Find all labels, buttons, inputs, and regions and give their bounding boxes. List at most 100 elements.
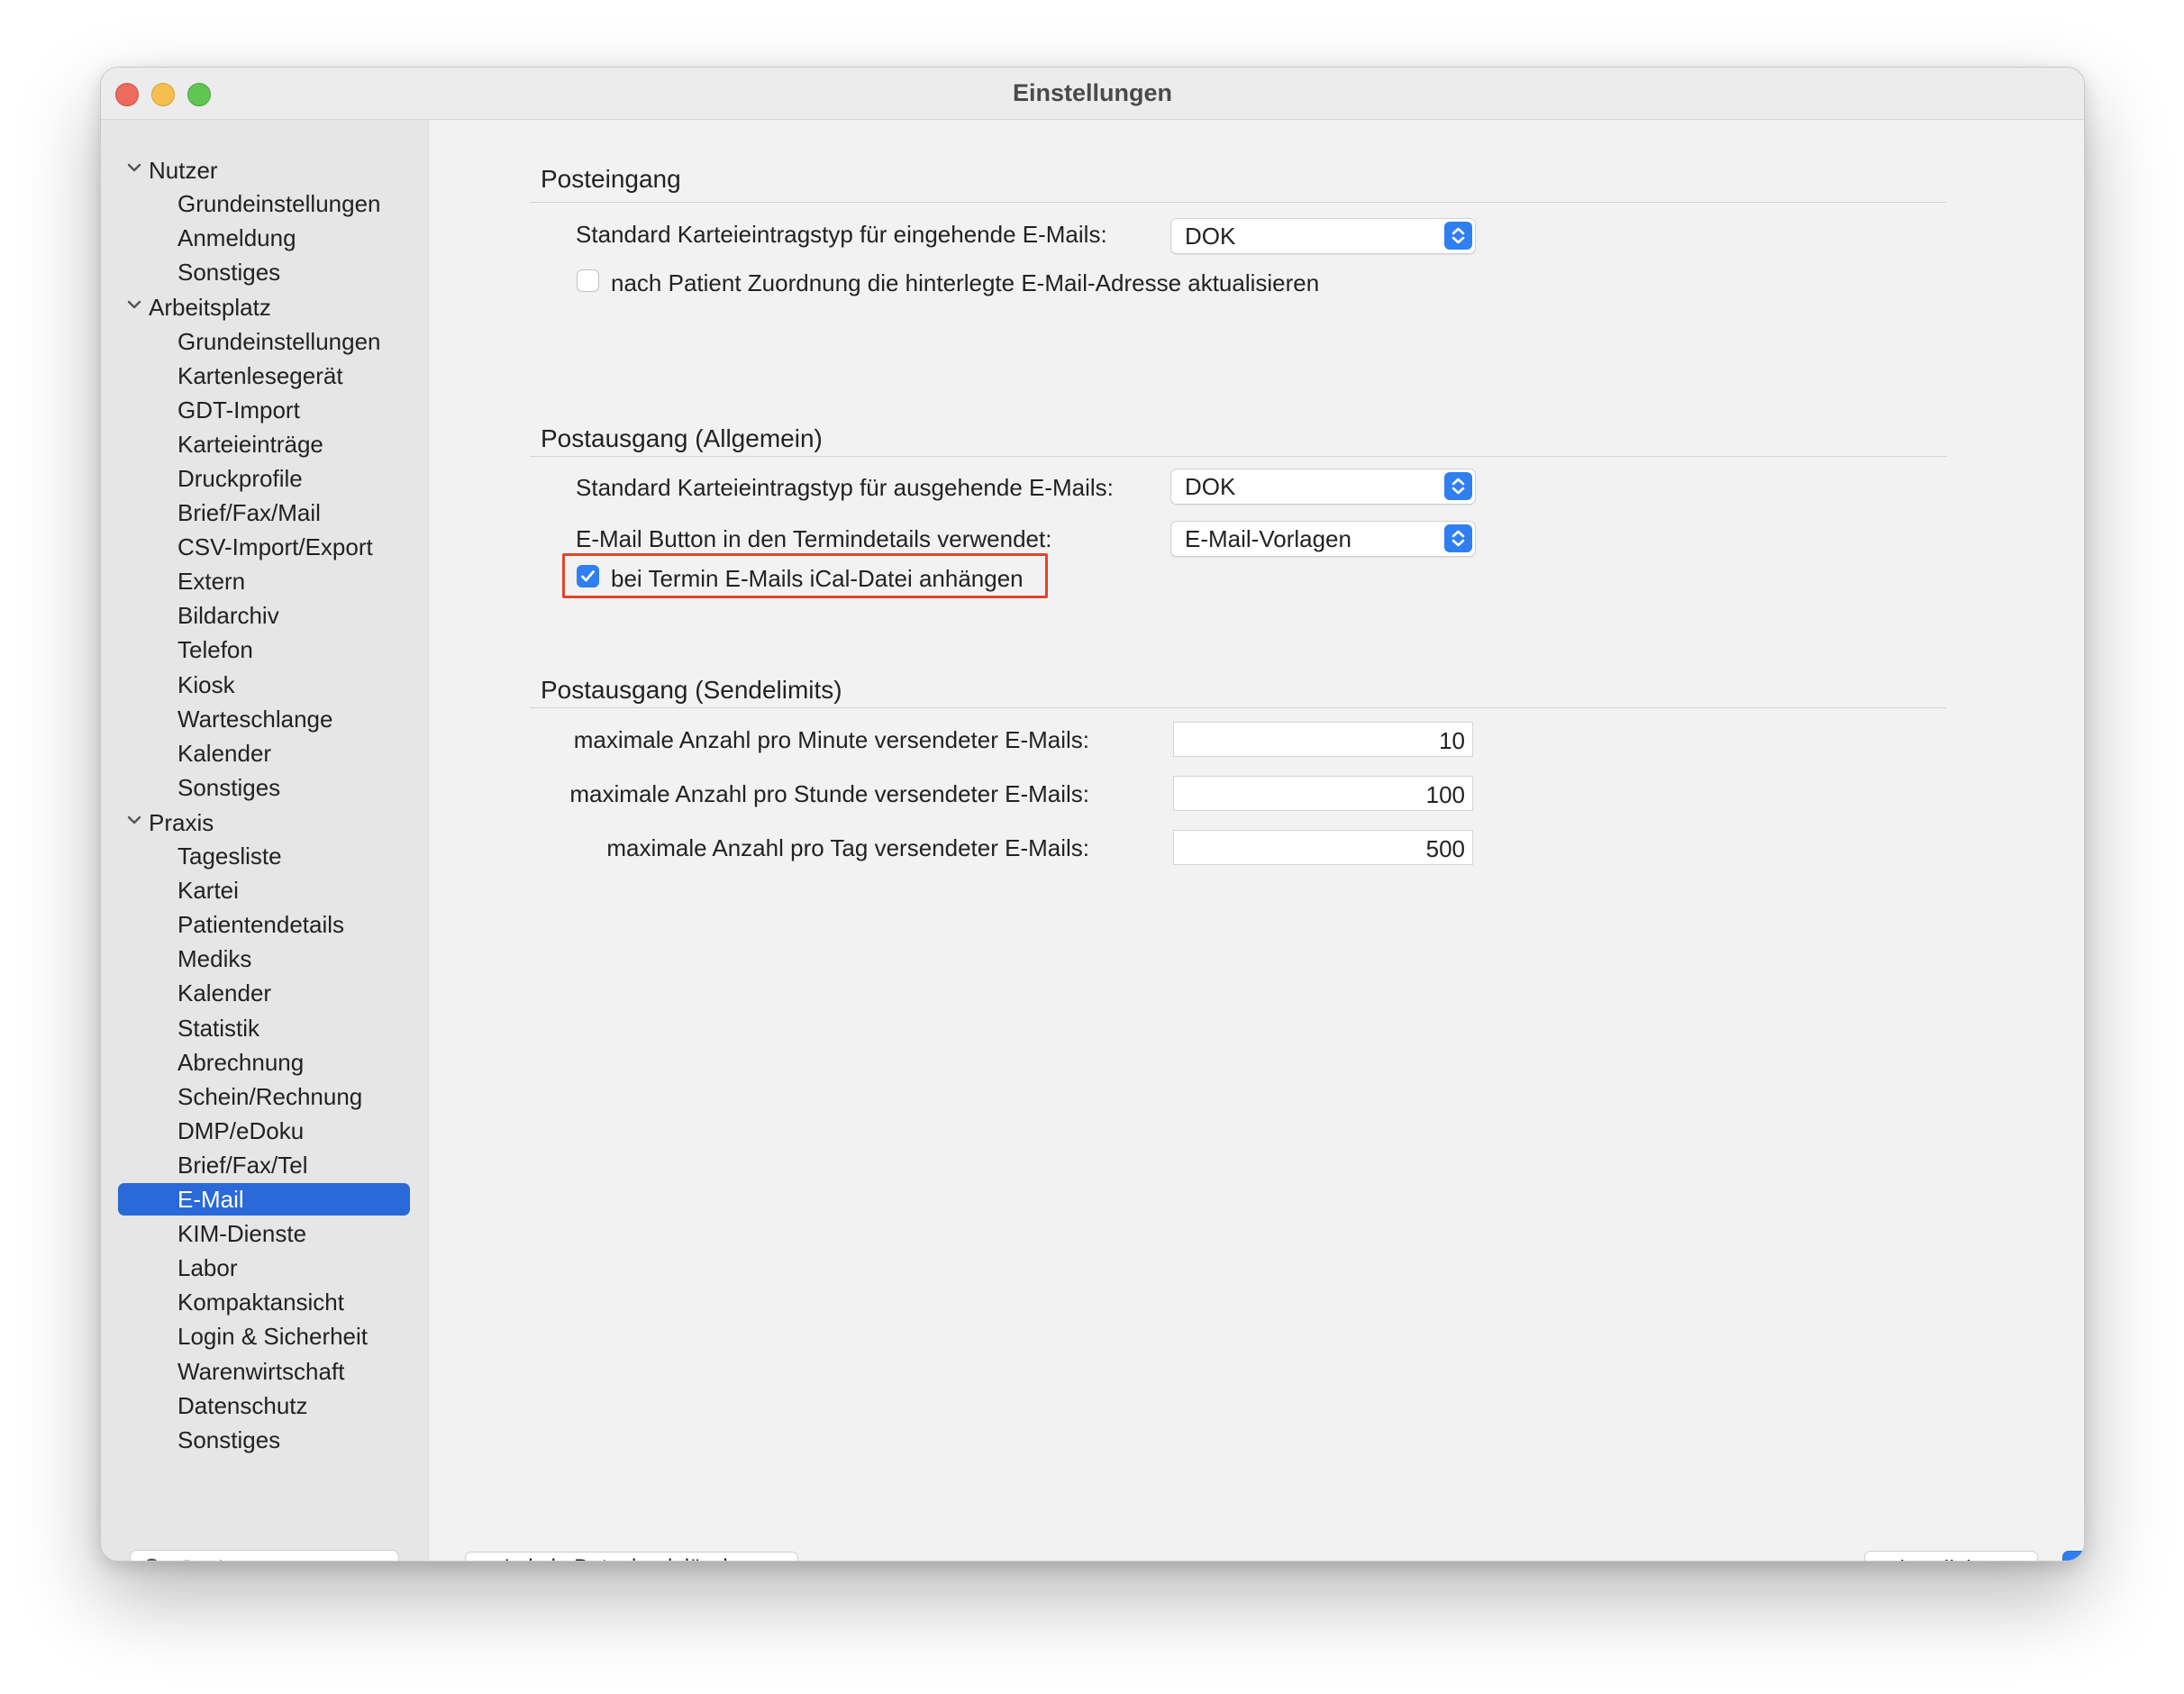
sidebar-item-label: Kartei: [177, 877, 239, 905]
sidebar-item-gdt-import[interactable]: GDT-Import: [118, 394, 410, 426]
sidebar-item-label: Sonstiges: [177, 773, 281, 801]
sidebar-item-schein-rechnung[interactable]: Schein/Rechnung: [118, 1080, 410, 1113]
sidebar-item-label: Sonstiges: [177, 259, 281, 287]
delete-local-db-button[interactable]: Lokale Datenbank löschen: [465, 1552, 798, 1561]
sidebar-item-grundeinstellungen[interactable]: Grundeinstellungen: [118, 187, 410, 220]
select-stepper-icon: [1444, 472, 1472, 500]
sidebar-item-sonstiges[interactable]: Sonstiges: [118, 256, 410, 288]
sidebar-item-label: Brief/Fax/Mail: [177, 499, 321, 526]
sidebar-item-label: Kiosk: [177, 670, 235, 698]
search-input[interactable]: [177, 1553, 388, 1561]
limit-minute-label: maximale Anzahl pro Minute versendeter E…: [573, 726, 1089, 753]
sidebar-item-sonstiges[interactable]: Sonstiges: [118, 1424, 410, 1456]
sidebar-item-label: Anmeldung: [177, 224, 296, 252]
sidebar-item-warenwirtschaft[interactable]: Warenwirtschaft: [118, 1355, 410, 1388]
outgoing-type-label: Standard Karteieintragstyp für ausgehend…: [576, 474, 1114, 501]
sidebar-item-csv-import-export[interactable]: CSV-Import/Export: [118, 531, 410, 563]
sidebar-item-kartei[interactable]: Kartei: [118, 874, 410, 906]
sidebar-item-extern[interactable]: Extern: [118, 565, 410, 597]
chevron-down-icon: [127, 815, 141, 824]
outgoing-type-select[interactable]: DOK: [1170, 469, 1476, 505]
sidebar-item-e-mail[interactable]: E-Mail: [118, 1183, 410, 1216]
sidebar-item-sonstiges[interactable]: Sonstiges: [118, 771, 410, 804]
incoming-type-value: DOK: [1185, 223, 1236, 250]
sidebar-item-label: Mediks: [177, 945, 252, 973]
sidebar-item-label: Grundeinstellungen: [177, 190, 381, 218]
email-button-select[interactable]: E-Mail-Vorlagen: [1170, 521, 1476, 557]
limit-day-value: 500: [1425, 835, 1465, 862]
sidebar-item-warteschlange[interactable]: Warteschlange: [118, 703, 410, 735]
incoming-type-select[interactable]: DOK: [1170, 218, 1476, 254]
limit-hour-label: maximale Anzahl pro Stunde versendeter E…: [569, 780, 1089, 807]
sidebar-item-bildarchiv[interactable]: Bildarchiv: [118, 599, 410, 632]
limit-minute-input[interactable]: 10: [1173, 722, 1473, 757]
sidebar-item-label: Login & Sicherheit: [177, 1323, 369, 1351]
checkmark-icon: [581, 570, 595, 582]
sidebar-item-label: Brief/Fax/Tel: [177, 1151, 308, 1179]
sidebar-item-brief-fax-mail[interactable]: Brief/Fax/Mail: [118, 496, 410, 529]
sidebar-item-kartenlesegerät[interactable]: Kartenlesegerät: [118, 360, 410, 392]
sidebar-item-anmeldung[interactable]: Anmeldung: [118, 222, 410, 254]
refresh-button[interactable]: Aktualisieren: [1864, 1551, 2038, 1561]
limit-minute-value: 10: [1439, 727, 1465, 754]
update-address-checkbox[interactable]: [577, 269, 599, 292]
sidebar-item-grundeinstellungen[interactable]: Grundeinstellungen: [118, 325, 410, 358]
sidebar-item-dmp-edoku[interactable]: DMP/eDoku: [118, 1115, 410, 1147]
sidebar-item-tagesliste[interactable]: Tagesliste: [118, 840, 410, 872]
limit-hour-value: 100: [1425, 781, 1465, 808]
chevron-down-icon: [127, 301, 141, 309]
sidebar-item-brief-fax-tel[interactable]: Brief/Fax/Tel: [118, 1149, 410, 1181]
search-icon: [146, 1558, 158, 1561]
sidebar-item-login-sicherheit[interactable]: Login & Sicherheit: [118, 1320, 410, 1352]
settings-window: Einstellungen Nutzer Grundeinstellungen An…: [100, 67, 2085, 1562]
sidebar-item-label: GDT-Import: [177, 396, 300, 424]
sidebar-item-label: Statistik: [177, 1014, 260, 1042]
sidebar-item-label: Kartenlesegerät: [177, 361, 343, 389]
ok-button[interactable]: OK: [2062, 1551, 2084, 1561]
sidebar-item-label: Schein/Rechnung: [177, 1082, 363, 1110]
sidebar-item-label: Extern: [177, 568, 246, 596]
sidebar-item-telefon[interactable]: Telefon: [118, 633, 410, 666]
limit-day-input[interactable]: 500: [1173, 830, 1473, 865]
sidebar-item-kalender[interactable]: Kalender: [118, 977, 410, 1009]
section-divider: [530, 456, 1947, 457]
section-title-sendelimits: Postausgang (Sendelimits): [541, 676, 842, 704]
sidebar-item-karteieinträge[interactable]: Karteieinträge: [118, 428, 410, 460]
sidebar-item-abrechnung[interactable]: Abrechnung: [118, 1046, 410, 1079]
sidebar-item-druckprofile[interactable]: Druckprofile: [118, 462, 410, 495]
select-stepper-icon: [1444, 222, 1472, 250]
sidebar-group-label: Arbeitsplatz: [149, 294, 271, 322]
sidebar-item-statistik[interactable]: Statistik: [118, 1012, 410, 1044]
sidebar-item-patientendetails[interactable]: Patientendetails: [118, 908, 410, 941]
settings-content: Posteingang Standard Karteieintragstyp f…: [429, 120, 2084, 1561]
sidebar-item-mediks[interactable]: Mediks: [118, 943, 410, 975]
sidebar-item-label: Abrechnung: [177, 1048, 305, 1076]
sidebar-item-label: DMP/eDoku: [177, 1116, 305, 1144]
sidebar-item-label: Kompaktansicht: [177, 1289, 344, 1316]
sidebar-item-labor[interactable]: Labor: [118, 1252, 410, 1284]
outgoing-type-value: DOK: [1185, 473, 1236, 500]
section-title-posteingang: Posteingang: [541, 165, 681, 193]
limit-day-label: maximale Anzahl pro Tag versendeter E-Ma…: [606, 834, 1089, 861]
section-divider: [530, 707, 1947, 708]
window-title: Einstellungen: [1012, 79, 1173, 106]
limit-hour-input[interactable]: 100: [1173, 776, 1473, 811]
sidebar-item-kim-dienste[interactable]: KIM-Dienste: [118, 1217, 410, 1250]
select-stepper-icon: [1444, 524, 1472, 552]
sidebar-group-label: Praxis: [149, 808, 214, 836]
email-button-label: E-Mail Button in den Termindetails verwe…: [576, 525, 1052, 552]
sidebar-search[interactable]: [130, 1550, 399, 1561]
sidebar-item-kiosk[interactable]: Kiosk: [118, 669, 410, 701]
sidebar-item-label: Bildarchiv: [177, 602, 279, 630]
chevron-down-icon: [127, 163, 141, 172]
section-divider: [530, 202, 1947, 203]
sidebar-item-kalender[interactable]: Kalender: [118, 737, 410, 770]
sidebar-item-datenschutz[interactable]: Datenschutz: [118, 1389, 410, 1422]
sidebar-item-label: Druckprofile: [177, 464, 303, 492]
sidebar-item-kompaktansicht[interactable]: Kompaktansicht: [118, 1286, 410, 1318]
section-title-postausgang: Postausgang (Allgemein): [541, 424, 823, 452]
sidebar-item-label: Patientendetails: [177, 911, 345, 939]
ical-checkbox[interactable]: [577, 565, 599, 587]
sidebar-item-label: Sonstiges: [177, 1425, 281, 1453]
update-address-label: nach Patient Zuordnung die hinterlegte E…: [611, 269, 1320, 296]
